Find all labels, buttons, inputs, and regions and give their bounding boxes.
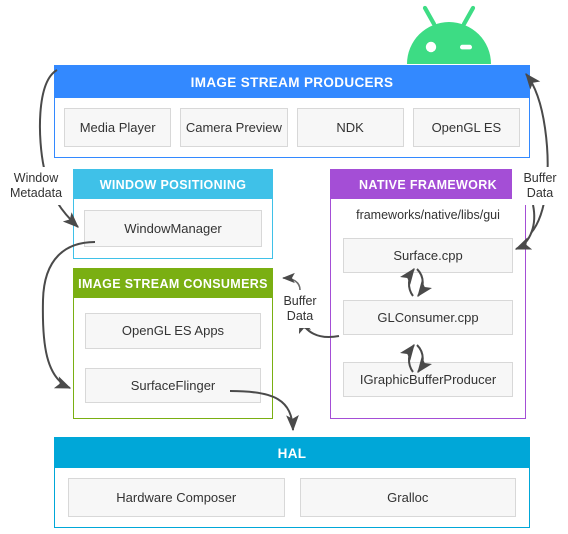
label-window-metadata-line2: Metadata [9, 186, 63, 200]
android-eye-left [425, 41, 437, 53]
panel-image-stream-consumers: IMAGE STREAM CONSUMERS OpenGL ES Apps Su… [73, 268, 273, 419]
item-gralloc[interactable]: Gralloc [299, 478, 516, 517]
label-buffer-data-right-line2: Data [526, 186, 554, 200]
item-glconsumer-cpp[interactable]: GLConsumer.cpp [343, 300, 513, 335]
diagram-canvas: IMAGE STREAM PRODUCERS Media Player Came… [0, 0, 568, 534]
android-robot-logo [407, 5, 491, 64]
panel-body-hal: Hardware Composer Gralloc [55, 468, 529, 527]
item-igraphicbufferproducer[interactable]: IGraphicBufferProducer [343, 362, 513, 397]
item-hardware-composer[interactable]: Hardware Composer [68, 478, 285, 517]
label-buffer-data-middle-line1: Buffer [283, 294, 317, 308]
android-antenna-right [461, 5, 476, 27]
android-antenna-left [422, 5, 437, 27]
android-antenna-group [422, 5, 476, 27]
panel-header-native-framework: NATIVE FRAMEWORK [331, 170, 525, 199]
item-opengl-es-apps[interactable]: OpenGL ES Apps [85, 313, 261, 349]
item-surface-cpp[interactable]: Surface.cpp [343, 238, 513, 273]
panel-image-stream-producers: IMAGE STREAM PRODUCERS Media Player Came… [54, 65, 530, 158]
panel-window-positioning: WINDOW POSITIONING WindowManager [73, 169, 273, 259]
panel-body-native-framework: frameworks/native/libs/gui Surface.cpp G… [331, 199, 525, 418]
panel-body-image-stream-consumers: OpenGL ES Apps SurfaceFlinger [74, 298, 272, 418]
panel-body-window-positioning: WindowManager [74, 199, 272, 258]
panel-header-image-stream-consumers: IMAGE STREAM CONSUMERS [74, 269, 272, 298]
item-windowmanager[interactable]: WindowManager [84, 210, 262, 247]
label-buffer-data-middle-line2: Data [286, 309, 314, 323]
panel-body-image-stream-producers: Media Player Camera Preview NDK OpenGL E… [55, 98, 529, 157]
android-eye-right [460, 44, 472, 50]
item-camera-preview[interactable]: Camera Preview [180, 108, 288, 147]
native-framework-path-label: frameworks/native/libs/gui [356, 208, 500, 222]
panel-hal: HAL Hardware Composer Gralloc [54, 437, 530, 528]
panel-header-hal: HAL [55, 438, 529, 468]
label-window-metadata-line1: Window [13, 171, 59, 185]
panel-header-window-positioning: WINDOW POSITIONING [74, 170, 272, 199]
arrow-bufferdata-mid-connector [282, 272, 301, 291]
label-buffer-data-right-line1: Buffer [523, 171, 557, 185]
item-media-player[interactable]: Media Player [64, 108, 172, 147]
label-buffer-data-middle: Buffer Data [277, 290, 323, 328]
item-opengl-es[interactable]: OpenGL ES [412, 108, 520, 147]
label-buffer-data-right: Buffer Data [512, 167, 568, 205]
label-window-metadata: Window Metadata [0, 167, 72, 205]
panel-header-image-stream-producers: IMAGE STREAM PRODUCERS [55, 66, 529, 98]
item-surfaceflinger[interactable]: SurfaceFlinger [85, 367, 261, 403]
item-ndk[interactable]: NDK [296, 108, 404, 147]
panel-native-framework: NATIVE FRAMEWORK frameworks/native/libs/… [330, 169, 526, 419]
android-head-dome [407, 22, 491, 64]
